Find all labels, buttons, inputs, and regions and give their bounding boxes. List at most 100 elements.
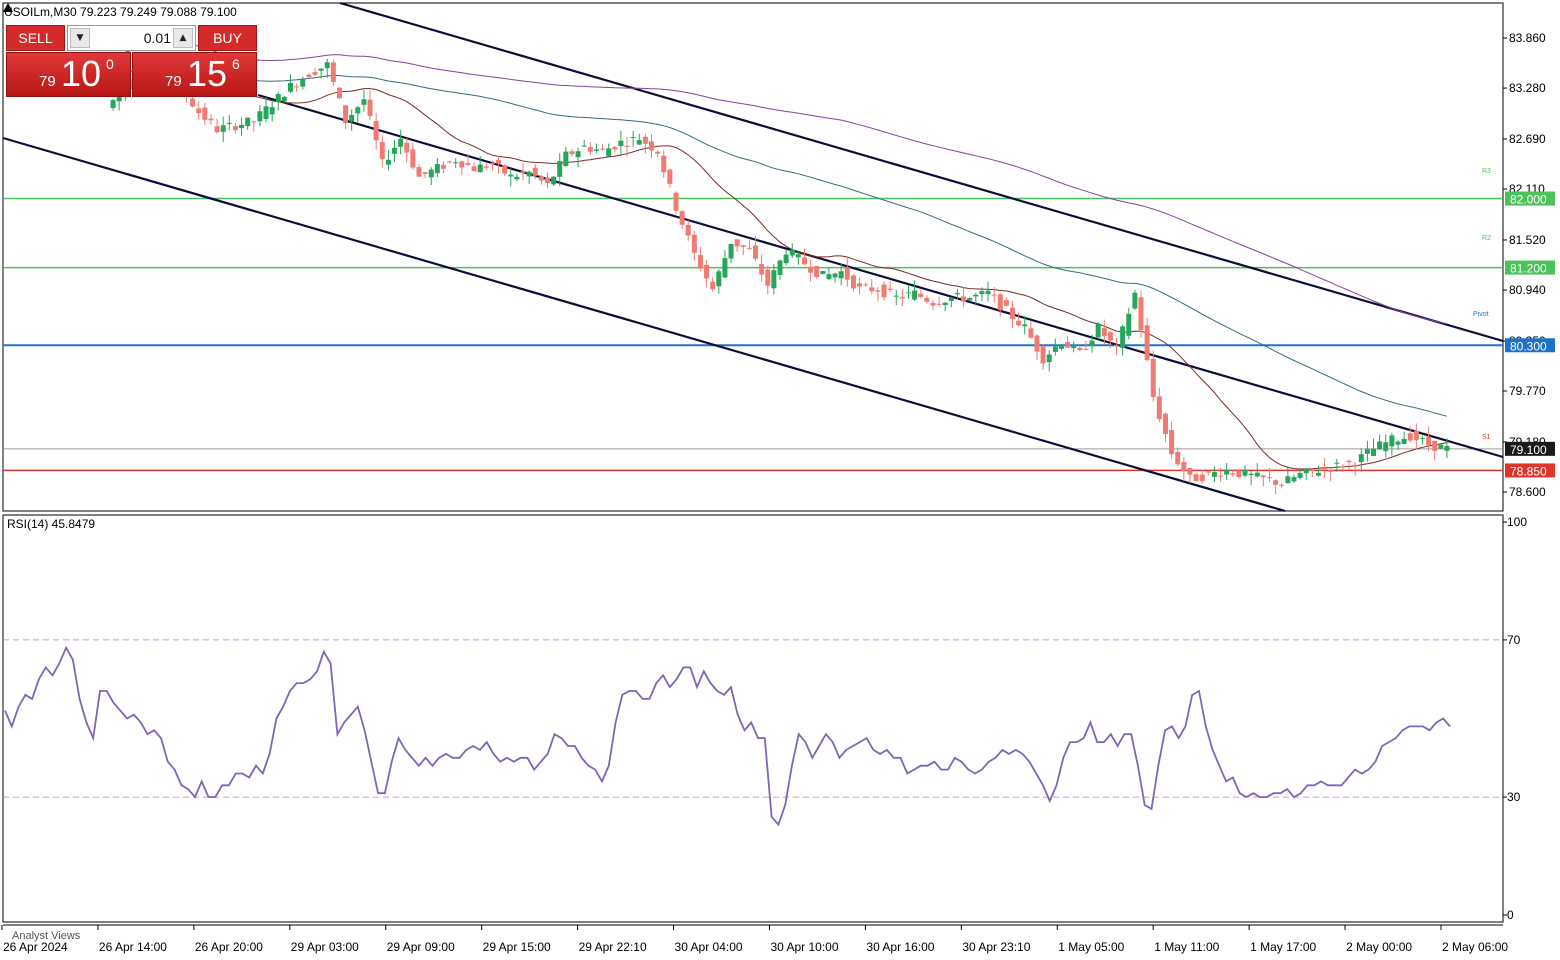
channel-line-0[interactable] <box>339 1 1504 343</box>
candle-body-41 <box>361 99 367 105</box>
candle-body-140 <box>967 297 973 301</box>
candle-body-76 <box>575 151 581 158</box>
candle-body-22 <box>245 117 251 127</box>
candle-body-127 <box>887 288 893 290</box>
candle-body-85 <box>630 136 636 138</box>
buy-price-sup: 6 <box>232 56 240 72</box>
candle-body-81 <box>606 148 612 157</box>
candle-body-189 <box>1266 477 1272 479</box>
price-tick-label-0: 83.860 <box>1509 31 1546 45</box>
candle-body-159 <box>1083 349 1089 351</box>
candle-body-198 <box>1322 467 1328 470</box>
candle-body-177 <box>1193 474 1199 481</box>
candle-body-213 <box>1413 430 1419 441</box>
sell-price-big: 10 <box>61 53 102 94</box>
candle-body-101 <box>728 243 734 259</box>
candle-body-60 <box>477 164 483 173</box>
candle-body-103 <box>740 245 746 247</box>
candle-body-77 <box>581 145 587 147</box>
candle-body-129 <box>899 297 905 299</box>
candle-body-79 <box>593 149 599 151</box>
channel-line-2[interactable] <box>2 136 1286 513</box>
price-tick-label-5: 80.940 <box>1509 283 1546 297</box>
candle-body-57 <box>459 161 465 168</box>
candle-body-29 <box>288 82 294 92</box>
sell-price-prefix: 79 <box>39 73 56 90</box>
candle-body-52 <box>428 169 434 178</box>
candle-body-49 <box>410 149 416 168</box>
candle-body-95 <box>691 234 697 253</box>
candle-body-138 <box>954 293 960 295</box>
footer-text: Analyst Views <box>12 930 81 942</box>
candle-body-155 <box>1058 344 1064 349</box>
candle-body-118 <box>832 273 838 278</box>
sell-button[interactable]: SELL <box>6 25 65 51</box>
lot-increase-icon[interactable]: ▲ <box>173 28 193 48</box>
candle-body-156 <box>1065 342 1071 348</box>
buy-price-button[interactable]: 79 15 6 <box>132 52 257 97</box>
candle-body-33 <box>312 72 318 75</box>
candle-body-30 <box>294 86 300 88</box>
time-tick-label-2: 26 Apr 20:00 <box>195 940 263 954</box>
sell-price-sup: 0 <box>106 56 114 72</box>
candle-body-38 <box>343 105 349 123</box>
candle-body-86 <box>636 140 642 145</box>
price-chart[interactable]: 83.86083.28082.69082.11081.52080.94080.3… <box>0 0 1560 960</box>
candle-body-182 <box>1224 469 1230 475</box>
price-tick-label-7: 79.770 <box>1509 384 1546 398</box>
candle-body-137 <box>948 297 954 302</box>
candle-body-133 <box>924 297 930 302</box>
candle-body-201 <box>1340 466 1346 468</box>
candle-body-171 <box>1156 396 1162 420</box>
time-tick-label-12: 1 May 11:00 <box>1154 940 1219 954</box>
candle-body-205 <box>1364 449 1370 454</box>
candle-body-97 <box>704 264 710 279</box>
time-tick-label-14: 2 May 00:00 <box>1346 940 1412 954</box>
candle-body-64 <box>502 165 508 174</box>
candle-body-218 <box>1444 446 1450 451</box>
candle-body-105 <box>753 245 759 259</box>
rsi-tick-label-2: 30 <box>1507 790 1521 804</box>
candle-body-173 <box>1169 430 1175 455</box>
time-tick-label-11: 1 May 05:00 <box>1058 940 1124 954</box>
candle-body-206 <box>1371 448 1377 456</box>
lot-decrease-icon[interactable]: ▼ <box>70 28 90 48</box>
candle-body-175 <box>1181 461 1187 472</box>
candle-body-176 <box>1187 468 1193 475</box>
candle-body-25 <box>263 106 269 119</box>
candle-body-203 <box>1352 464 1358 467</box>
candle-body-183 <box>1230 473 1236 475</box>
candle-body-106 <box>759 263 765 275</box>
candle-body-27 <box>275 94 281 102</box>
candle-body-96 <box>697 255 703 269</box>
sell-price-button[interactable]: 79 10 0 <box>6 52 131 97</box>
time-tick-label-5: 29 Apr 15:00 <box>483 940 551 954</box>
time-tick-label-7: 30 Apr 04:00 <box>675 940 743 954</box>
candle-body-131 <box>912 290 918 300</box>
candle-body-44 <box>379 141 385 159</box>
candle-body-83 <box>618 140 624 147</box>
candle-body-72 <box>551 176 557 185</box>
lot-size-input[interactable]: 0.01 <box>92 30 171 46</box>
moving-average-120 <box>112 41 1448 325</box>
candle-body-69 <box>532 167 538 176</box>
candle-body-121 <box>850 275 856 289</box>
candle-body-67 <box>520 171 526 173</box>
candle-body-128 <box>893 295 899 297</box>
candle-body-166 <box>1126 313 1132 336</box>
rsi-panel-frame <box>2 514 1504 923</box>
candle-body-145 <box>997 294 1003 311</box>
candle-body-174 <box>1175 451 1181 465</box>
candle-body-132 <box>918 293 924 297</box>
candle-body-91 <box>667 169 673 184</box>
buy-button[interactable]: BUY <box>198 25 257 51</box>
candle-body-47 <box>398 138 404 147</box>
candle-body-94 <box>685 224 691 236</box>
candle-body-36 <box>330 62 336 83</box>
candle-body-99 <box>716 271 722 287</box>
lot-size-stepper[interactable]: ▼ 0.01 ▲ <box>67 25 196 51</box>
buy-price-prefix: 79 <box>165 73 182 90</box>
candle-body-75 <box>569 151 575 155</box>
candle-body-50 <box>416 167 422 177</box>
rsi-tick-label-1: 70 <box>1507 633 1521 647</box>
